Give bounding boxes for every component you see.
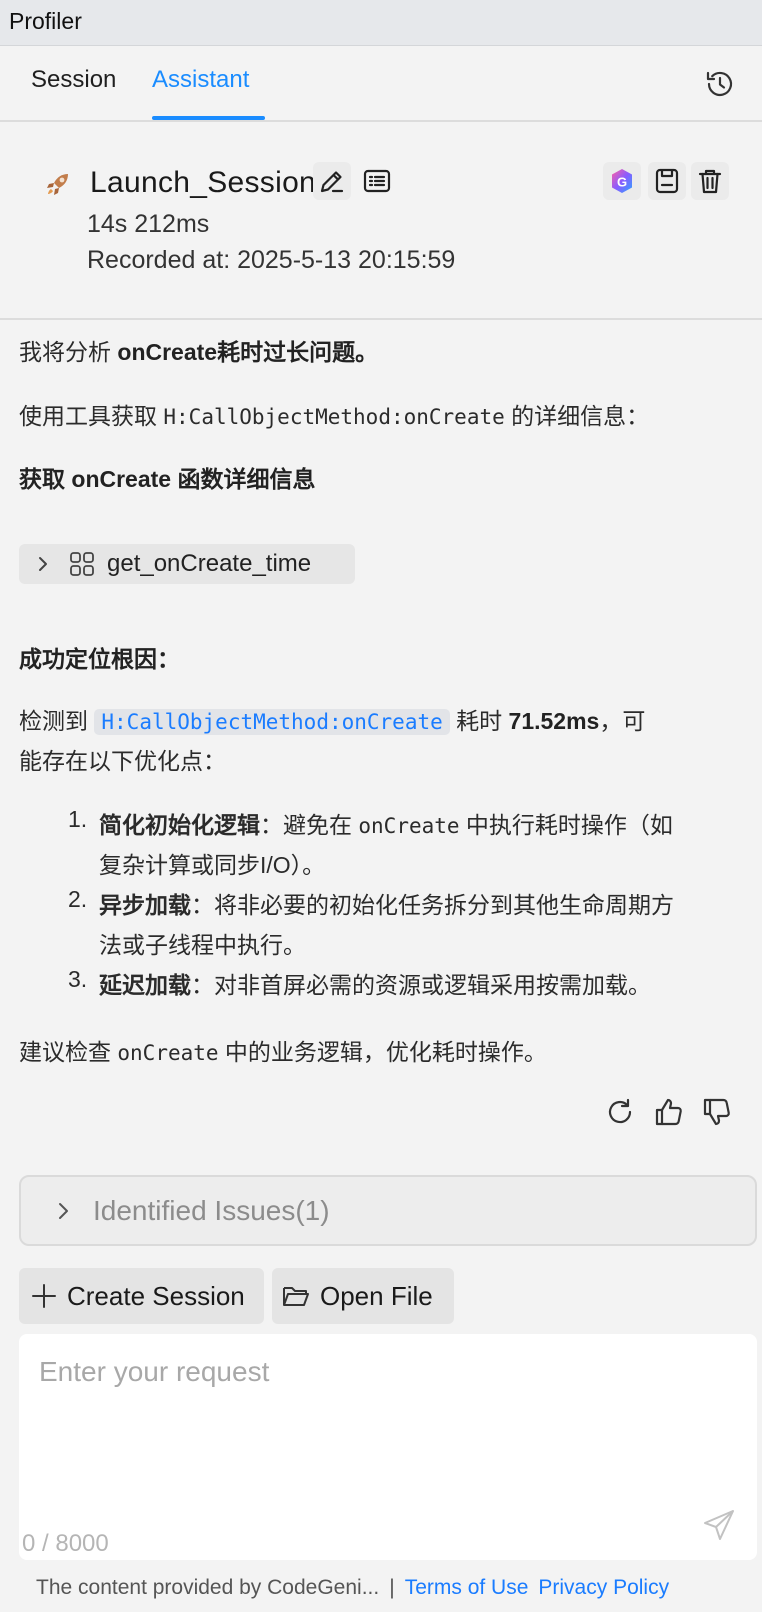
create-session-label: Create Session <box>67 1281 245 1311</box>
tool-usage-prefix: 使用工具获取 <box>19 403 164 429</box>
footer: The content provided by CodeGeni... | Term… <box>36 1576 669 1600</box>
chevron-right-icon <box>39 557 47 571</box>
detect-code: H:CallObjectMethod:onCreate <box>94 709 450 735</box>
list-item-title: 异步加载 <box>99 892 191 918</box>
privacy-policy-link[interactable]: Privacy Policy <box>538 1576 669 1599</box>
folder-open-icon <box>283 1287 309 1306</box>
request-input-box <box>19 1334 757 1560</box>
detect-mid: 耗时 <box>449 708 509 734</box>
open-file-label: Open File <box>320 1281 433 1311</box>
terms-of-use-link[interactable]: Terms of Use <box>405 1576 529 1599</box>
list-item: 异步加载：将非必要的初始化任务拆分到其他生命周期方 <box>99 886 674 920</box>
list-number: 2. <box>68 886 88 912</box>
advice-prefix: 建议检查 <box>19 1039 118 1065</box>
detect-line-2: 能存在以下优化点： <box>19 748 226 774</box>
list-item-text: ：将非必要的初始化任务拆分到其他生命周期方 <box>191 892 674 918</box>
delete-icon[interactable] <box>691 162 729 200</box>
list-item-title: 延迟加载 <box>99 972 191 998</box>
list-number: 1. <box>68 806 88 832</box>
tool-usage-code: H:CallObjectMethod:onCreate <box>163 405 505 429</box>
list-item-text: 中执行耗时操作（如 <box>459 812 673 838</box>
list-item-text: ：对非首屏必需的资源或逻辑采用按需加载。 <box>191 972 651 998</box>
grid-icon <box>70 552 94 576</box>
list-item: 延迟加载：对非首屏必需的资源或逻辑采用按需加载。 <box>99 966 651 1000</box>
list-item-title: 简化初始化逻辑 <box>99 812 260 838</box>
history-icon[interactable] <box>704 68 736 100</box>
list-item-text: ：避免在 <box>260 812 359 838</box>
window-title: Profiler <box>9 8 82 34</box>
title-bar: Profiler <box>0 0 762 46</box>
root-cause-heading-text: 成功定位根因： <box>19 646 180 672</box>
tool-call-chip[interactable]: get_onCreate_time <box>19 544 355 584</box>
step-heading: 获取 onCreate 函数详细信息 <box>19 460 315 494</box>
rocket-icon <box>44 170 72 198</box>
tool-usage-suffix: 的详细信息： <box>504 403 650 429</box>
list-item-continuation: 复杂计算或同步I/O）。 <box>99 852 326 878</box>
request-input[interactable] <box>39 1356 699 1496</box>
detect-line: 检测到 H:CallObjectMethod:onCreate 耗时 71.52… <box>19 702 645 736</box>
tool-usage-text: 使用工具获取 H:CallObjectMethod:onCreate 的详细信息… <box>19 397 649 431</box>
list-item-code: onCreate <box>358 814 460 838</box>
tool-call-label: get_onCreate_time <box>107 550 312 577</box>
tab-assistant[interactable]: Assistant <box>152 66 249 94</box>
list-number: 3. <box>68 966 88 992</box>
detect-prefix: 检测到 <box>19 708 95 734</box>
create-session-button[interactable]: Create Session <box>19 1268 264 1324</box>
plus-icon <box>32 1284 56 1308</box>
session-recorded-at: Recorded at: 2025-5-13 20:15:59 <box>87 246 456 274</box>
list-item-continuation: 法或子线程中执行。 <box>99 932 306 958</box>
save-icon[interactable] <box>648 162 686 200</box>
tab-bar: Session Assistant <box>0 46 762 122</box>
session-card: Launch_Session G 14s 212ms Recorded at: … <box>0 122 762 320</box>
codegenie-icon[interactable]: G <box>603 162 641 200</box>
identified-issues-label: Identified Issues(1) <box>93 1195 330 1226</box>
thumbs-down-icon[interactable] <box>701 1096 733 1128</box>
session-duration: 14s 212ms <box>87 210 210 238</box>
session-name: Launch_Session <box>90 166 317 199</box>
advice-code: onCreate <box>117 1041 219 1065</box>
footer-disclaimer: The content provided by CodeGeni... <box>36 1576 380 1599</box>
footer-separator: | <box>389 1576 395 1599</box>
active-tab-indicator <box>152 116 265 120</box>
summary-icon[interactable] <box>358 162 396 200</box>
detect-value: 71.52ms <box>508 708 600 734</box>
tab-session[interactable]: Session <box>31 66 116 94</box>
step-heading-text: 获取 onCreate 函数详细信息 <box>19 466 316 492</box>
root-cause-heading: 成功定位根因： <box>19 640 180 674</box>
svg-text:G: G <box>617 175 627 190</box>
send-icon[interactable] <box>702 1508 736 1542</box>
intro-prefix: 我将分析 <box>19 339 118 365</box>
edit-icon[interactable] <box>313 162 351 200</box>
list-item: 简化初始化逻辑：避免在 onCreate 中执行耗时操作（如 <box>99 806 673 840</box>
character-counter: 0 / 8000 <box>22 1530 109 1557</box>
detect-suffix: ，可 <box>599 708 646 734</box>
open-file-button[interactable]: Open File <box>272 1268 454 1324</box>
intro-text: 我将分析 onCreate耗时过长问题。 <box>19 333 378 367</box>
regenerate-icon[interactable] <box>604 1096 636 1128</box>
thumbs-up-icon[interactable] <box>653 1096 685 1128</box>
chevron-right-icon <box>59 1203 68 1219</box>
advice-text: 建议检查 onCreate 中的业务逻辑，优化耗时操作。 <box>19 1033 547 1067</box>
identified-issues-panel[interactable]: Identified Issues(1) <box>19 1175 757 1246</box>
advice-suffix: 中的业务逻辑，优化耗时操作。 <box>218 1039 547 1065</box>
intro-bold: onCreate耗时过长问题。 <box>117 339 379 365</box>
